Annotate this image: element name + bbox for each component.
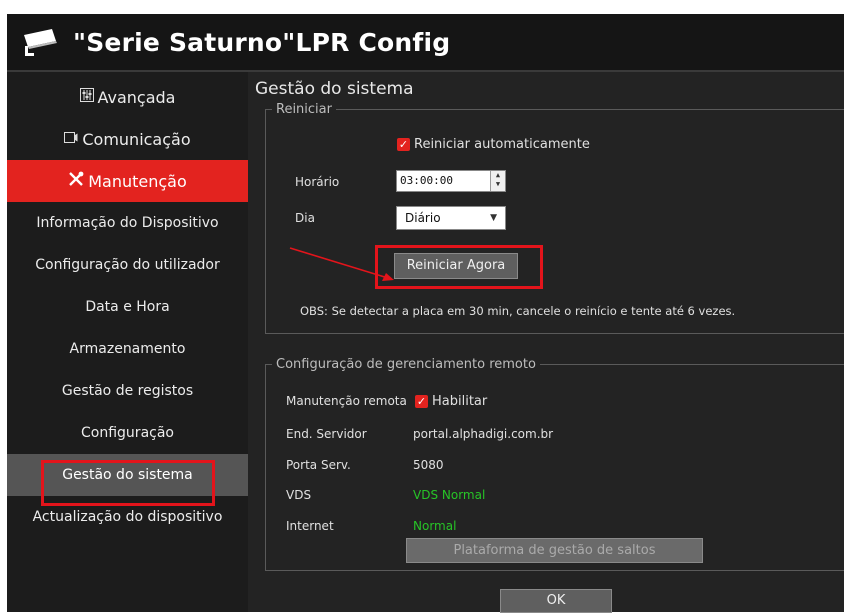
ok-button[interactable]: OK <box>500 589 612 613</box>
auto-restart-label: Reiniciar automaticamente <box>414 137 590 152</box>
remote-maint-label: Manutenção remota <box>286 394 407 408</box>
enable-checkbox[interactable]: ✓ Habilitar <box>415 394 487 409</box>
port-label: Porta Serv. <box>286 458 351 472</box>
sidebar-item-label: Comunicação <box>82 129 191 149</box>
checkmark-icon: ✓ <box>397 138 410 151</box>
restart-legend: Reiniciar <box>276 102 332 117</box>
highlight-box-restart <box>375 245 543 289</box>
main-panel: Gestão do sistema Reiniciar ✓ Reiniciar a… <box>248 72 844 613</box>
port-value: 5080 <box>413 458 444 472</box>
internet-label: Internet <box>286 519 334 533</box>
camera-logo-icon <box>21 26 61 58</box>
day-select[interactable]: Diário ▼ <box>396 206 506 230</box>
sidebar-item-informacao-dispositivo[interactable]: Informação do Dispositivo <box>7 202 248 244</box>
internet-status: Normal <box>413 519 457 533</box>
tools-icon <box>68 171 84 191</box>
time-label: Horário <box>295 175 340 189</box>
sidebar-item-label: Data e Hora <box>85 299 170 315</box>
spinner-arrows-icon[interactable]: ▲ ▼ <box>490 171 505 191</box>
sidebar-item-manutencao[interactable]: Manutenção <box>7 160 248 202</box>
day-value: Diário <box>405 211 441 225</box>
sidebar-item-label: Configuração <box>81 425 174 441</box>
sidebar-item-label: Informação do Dispositivo <box>36 215 219 231</box>
day-label: Dia <box>295 211 315 225</box>
sliders-icon <box>79 88 94 106</box>
time-value: 03:00:00 <box>400 174 453 187</box>
vds-status: VDS Normal <box>413 488 486 502</box>
title-bar: "Serie Saturno"LPR Config <box>7 14 844 70</box>
remote-legend: Configuração de gerenciamento remoto <box>276 357 536 372</box>
sidebar-item-label: Actualização do dispositivo <box>32 509 223 525</box>
restart-note: OBS: Se detectar a placa em 30 min, canc… <box>300 304 736 318</box>
enable-label: Habilitar <box>432 394 488 409</box>
page-title: Gestão do sistema <box>255 79 414 99</box>
chevron-down-icon: ▼ <box>490 213 497 223</box>
monitor-icon <box>64 130 78 148</box>
sidebar-item-label: Configuração do utilizador <box>35 257 220 273</box>
server-value: portal.alphadigi.com.br <box>413 427 554 441</box>
app-title: "Serie Saturno"LPR Config <box>73 27 451 57</box>
app-window: "Serie Saturno"LPR Config Avançada Comun… <box>7 14 844 613</box>
vds-label: VDS <box>286 488 312 502</box>
platform-button[interactable]: Plataforma de gestão de saltos <box>406 538 703 563</box>
checkmark-icon: ✓ <box>415 395 428 408</box>
sidebar-item-label: Avançada <box>97 87 176 107</box>
sidebar-item-label: Manutenção <box>88 171 187 191</box>
highlight-box-sidebar <box>41 460 215 506</box>
sidebar-item-configuracao[interactable]: Configuração <box>7 412 248 454</box>
sidebar: Avançada Comunicação Manutenção Informaç… <box>7 72 248 612</box>
time-input[interactable]: 03:00:00 ▲ ▼ <box>396 170 506 192</box>
sidebar-item-label: Armazenamento <box>69 341 186 357</box>
sidebar-item-comunicacao[interactable]: Comunicação <box>7 118 248 160</box>
sidebar-item-avancada[interactable]: Avançada <box>7 76 248 118</box>
sidebar-item-data-hora[interactable]: Data e Hora <box>7 286 248 328</box>
sidebar-item-label: Gestão de registos <box>61 383 194 399</box>
auto-restart-checkbox[interactable]: ✓ Reiniciar automaticamente <box>397 137 590 152</box>
sidebar-item-configuracao-utilizador[interactable]: Configuração do utilizador <box>7 244 248 286</box>
server-label: End. Servidor <box>286 427 367 441</box>
sidebar-item-armazenamento[interactable]: Armazenamento <box>7 328 248 370</box>
sidebar-item-gestao-registos[interactable]: Gestão de registos <box>7 370 248 412</box>
